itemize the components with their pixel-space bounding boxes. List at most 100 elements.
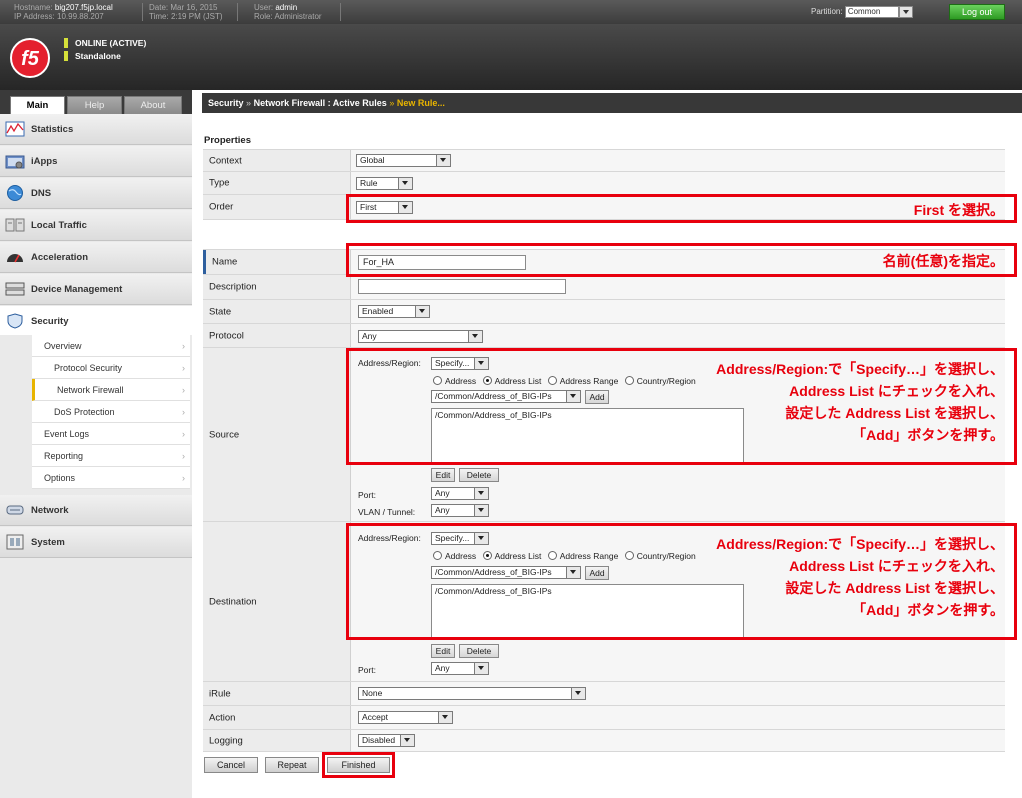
gauge-icon xyxy=(7,254,23,263)
logout-button[interactable]: Log out xyxy=(949,4,1005,20)
sidebar-item-label: iApps xyxy=(31,156,58,167)
port-label: Port: xyxy=(358,490,376,500)
partition-select[interactable]: Common xyxy=(844,6,899,18)
source-delete-button[interactable]: Delete xyxy=(459,468,499,482)
ip-value: 10.99.88.207 xyxy=(57,12,104,21)
source-edit-button[interactable]: Edit xyxy=(431,468,455,482)
chevron-down-icon xyxy=(474,663,488,674)
sidebar-item-network[interactable]: Network xyxy=(0,495,192,526)
chevron-down-icon xyxy=(571,688,585,699)
date-label: Date: xyxy=(149,3,169,12)
iapps-icon xyxy=(5,155,25,169)
row-label: Context xyxy=(203,150,351,171)
submenu-label: Protocol Security xyxy=(54,363,123,373)
row-action: Action Accept xyxy=(203,706,1005,730)
chevron-right-icon: › xyxy=(182,473,185,483)
breadcrumb: Security » Network Firewall : Active Rul… xyxy=(202,93,1022,113)
logging-select[interactable]: Disabled xyxy=(358,734,415,747)
annotation-text: Address List にチェックを入れ、 xyxy=(789,558,1004,574)
user-label: User: xyxy=(254,3,274,12)
destination-edit-button[interactable]: Edit xyxy=(431,644,455,658)
sidebar-item-label: Acceleration xyxy=(31,252,89,263)
sidebar-item-label: Statistics xyxy=(31,124,74,135)
destination-delete-button[interactable]: Delete xyxy=(459,644,499,658)
sidebar-item-dns[interactable]: DNS xyxy=(0,178,192,209)
breadcrumb-security[interactable]: Security xyxy=(208,98,244,108)
row-description: Description xyxy=(203,275,1005,300)
state-select[interactable]: Enabled xyxy=(358,305,430,318)
sidebar: Main Help About Statistics iApps DNS Loc… xyxy=(0,90,192,798)
row-label: Description xyxy=(203,275,351,299)
row-state: State Enabled xyxy=(203,300,1005,324)
annotation-finished xyxy=(322,752,395,778)
submenu-overview[interactable]: Overview › xyxy=(32,335,190,357)
source-port-select[interactable]: Any xyxy=(431,487,489,500)
system-icon xyxy=(6,534,24,550)
local-traffic-icon xyxy=(5,218,25,232)
row-value: Disabled xyxy=(351,730,1005,751)
sidebar-item-system[interactable]: System xyxy=(0,527,192,558)
row-value xyxy=(351,275,1005,299)
sidebar-item-device-management[interactable]: Device Management xyxy=(0,274,192,305)
row-value: Rule xyxy=(351,172,1005,194)
date-info: Date: Mar 16, 2015 Time: 2:19 PM (JST) xyxy=(149,3,223,21)
submenu-options[interactable]: Options › xyxy=(32,467,190,489)
annotation-text: 設定した Address List を選択し、 xyxy=(785,580,1004,596)
chevron-right-icon: › xyxy=(182,451,185,461)
row-label: Source xyxy=(203,348,351,521)
cancel-button[interactable]: Cancel xyxy=(204,757,258,773)
sidebar-item-acceleration[interactable]: Acceleration xyxy=(0,242,192,273)
row-context: Context Global xyxy=(203,149,1005,172)
sidebar-item-label: Network xyxy=(31,505,69,516)
status-mode: Standalone xyxy=(64,51,121,61)
user-value: admin xyxy=(275,3,298,12)
chevron-down-icon[interactable] xyxy=(898,6,913,18)
chevron-right-icon: › xyxy=(182,407,185,417)
globe-icon xyxy=(7,185,23,201)
sidebar-item-label: DNS xyxy=(31,188,52,199)
breadcrumb-active-rules[interactable]: Network Firewall : Active Rules xyxy=(254,98,387,108)
partition-control: Partition: Common xyxy=(811,6,913,18)
submenu-reporting[interactable]: Reporting › xyxy=(32,445,190,467)
annotation-text: Address List にチェックを入れ、 xyxy=(789,383,1004,399)
annotation-text: 設定した Address List を選択し、 xyxy=(785,405,1004,421)
tab-about[interactable]: About xyxy=(124,96,182,114)
sidebar-item-security[interactable]: Security xyxy=(0,306,192,337)
context-select[interactable]: Global xyxy=(356,154,451,167)
row-label: Destination xyxy=(203,522,351,681)
submenu-label: Event Logs xyxy=(44,429,90,439)
breadcrumb-current: New Rule... xyxy=(396,98,445,108)
description-input[interactable] xyxy=(358,279,566,294)
server-icon xyxy=(5,282,25,296)
action-select[interactable]: Accept xyxy=(358,711,453,724)
type-select[interactable]: Rule xyxy=(356,177,413,190)
tab-main[interactable]: Main xyxy=(10,96,65,114)
sidebar-item-local-traffic[interactable]: Local Traffic xyxy=(0,210,192,241)
chevron-right-icon: › xyxy=(182,363,185,373)
irule-select[interactable]: None xyxy=(358,687,586,700)
submenu-event-logs[interactable]: Event Logs › xyxy=(32,423,190,445)
statistics-icon xyxy=(5,121,25,137)
submenu-label: Network Firewall xyxy=(57,385,124,395)
chevron-down-icon xyxy=(474,505,488,516)
submenu-dos-protection[interactable]: DoS Protection › xyxy=(32,401,190,423)
row-value: Accept xyxy=(351,706,1005,729)
f5-logo: f5 xyxy=(10,38,50,78)
chevron-right-icon: › xyxy=(182,341,185,351)
hostname-value: big207.f5jp.local xyxy=(54,3,113,12)
protocol-select[interactable]: Any xyxy=(358,330,483,343)
sidebar-item-label: System xyxy=(31,537,65,548)
submenu-network-firewall[interactable]: Network Firewall › xyxy=(32,379,190,401)
tab-help[interactable]: Help xyxy=(67,96,122,114)
sidebar-item-iapps[interactable]: iApps xyxy=(0,146,192,177)
source-vlan-select[interactable]: Any xyxy=(431,504,489,517)
header: f5 ONLINE (ACTIVE) Standalone xyxy=(0,24,1022,90)
destination-port-select[interactable]: Any xyxy=(431,662,489,675)
host-info: Hostname: big207.f5jp.local IP Address: … xyxy=(14,3,113,21)
submenu-protocol-security[interactable]: Protocol Security › xyxy=(32,357,190,379)
annotation-destination: Address/Region:で「Specify…」を選択し、 Address … xyxy=(346,523,1017,640)
top-bar: Hostname: big207.f5jp.local IP Address: … xyxy=(0,0,1022,24)
repeat-button[interactable]: Repeat xyxy=(265,757,319,773)
sidebar-item-statistics[interactable]: Statistics xyxy=(0,114,192,145)
partition-label: Partition: xyxy=(811,7,843,17)
